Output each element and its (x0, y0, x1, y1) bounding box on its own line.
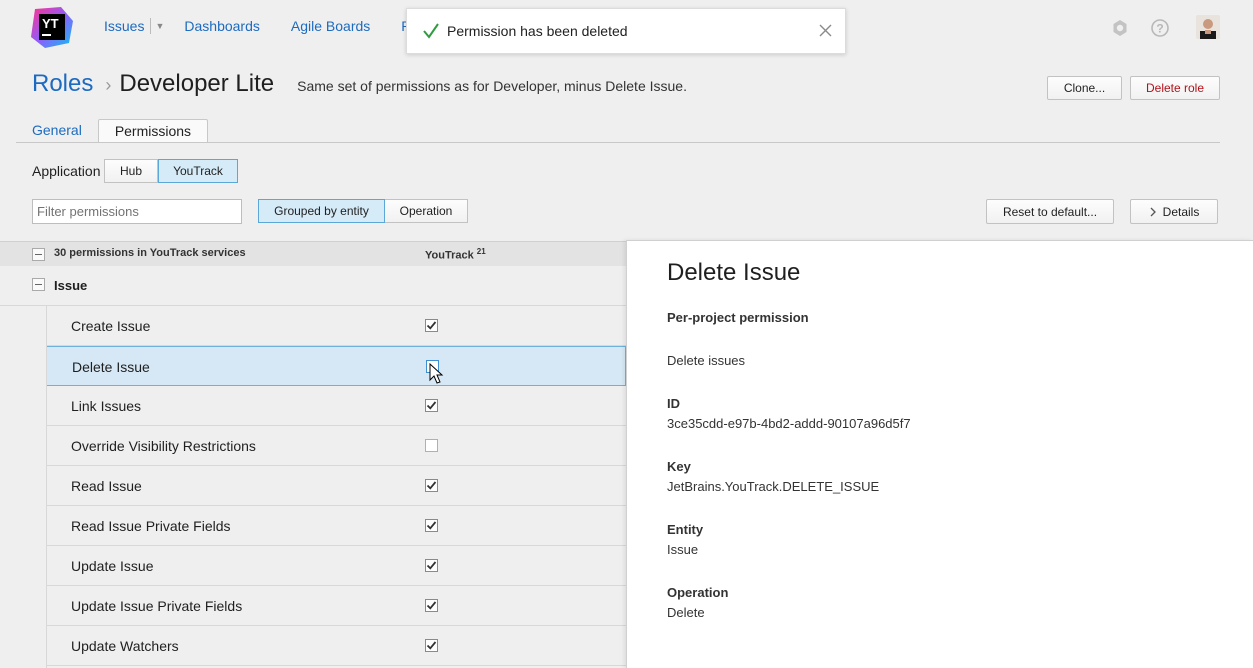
permission-checkbox[interactable] (425, 599, 438, 612)
chevron-down-icon[interactable]: ▼ (155, 21, 164, 31)
page-title: Developer Lite (119, 70, 275, 97)
role-description: Same set of permissions as for Developer… (297, 78, 687, 94)
permission-checkbox[interactable] (425, 479, 438, 492)
permission-label: Link Issues (71, 398, 142, 414)
reset-to-default-button[interactable]: Reset to default... (986, 199, 1114, 224)
nav-agile-boards[interactable]: Agile Boards (291, 18, 370, 34)
delete-role-button[interactable]: Delete role (1130, 76, 1220, 100)
details-id-label: ID (667, 396, 680, 411)
collapse-all-toggle[interactable] (32, 248, 45, 261)
table-row[interactable]: Read Issue (46, 466, 626, 506)
table-row[interactable]: Read Issue Private Fields (46, 506, 626, 546)
group-row-issue[interactable]: Issue (0, 266, 626, 306)
permission-checkbox[interactable] (425, 319, 438, 332)
gear-icon[interactable] (1110, 18, 1130, 38)
table-row[interactable]: Update Issue (46, 546, 626, 586)
details-entity-value: Issue (667, 542, 699, 557)
mouse-cursor-icon (429, 363, 444, 384)
details-description: Delete issues (667, 353, 746, 368)
collapse-group-toggle[interactable] (32, 278, 45, 291)
operation-button[interactable]: Operation (385, 199, 468, 223)
details-id-value: 3ce35cdd-e97b-4bd2-addd-90107a96d5f7 (667, 416, 911, 431)
details-button-label: Details (1162, 204, 1200, 219)
checkmark-icon (423, 23, 439, 39)
group-indent-line (46, 306, 47, 668)
breadcrumb-roles-link[interactable]: Roles (32, 70, 93, 98)
permission-label: Read Issue Private Fields (71, 518, 231, 534)
permission-label: Update Issue Private Fields (71, 598, 243, 614)
permission-label: Update Issue (71, 558, 154, 574)
table-row[interactable]: Create Issue (46, 306, 626, 346)
nav-issues[interactable]: Issues (104, 18, 144, 34)
top-nav: Issues ▼ Dashboards Agile Boards Re (104, 18, 419, 34)
tab-general[interactable]: General (16, 119, 98, 143)
permission-checkbox[interactable] (425, 439, 438, 452)
column-count: 21 (476, 247, 486, 256)
clone-button[interactable]: Clone... (1047, 76, 1122, 100)
details-entity-label: Entity (667, 522, 704, 537)
chevron-right-icon (1150, 207, 1156, 216)
nav-separator (150, 18, 152, 34)
details-title: Delete Issue (667, 259, 801, 286)
logo-text: YT (42, 16, 59, 31)
avatar[interactable] (1196, 15, 1220, 39)
svg-text:?: ? (1156, 22, 1163, 36)
details-operation-value: Delete (667, 605, 705, 620)
close-icon[interactable] (819, 24, 832, 37)
permission-label: Delete Issue (72, 359, 150, 375)
column-header-label: YouTrack (425, 249, 474, 262)
tab-divider (16, 142, 1220, 143)
tab-permissions[interactable]: Permissions (97, 119, 209, 143)
permission-label: Read Issue (71, 478, 142, 494)
grouped-by-entity-button[interactable]: Grouped by entity (258, 199, 385, 223)
nav-dashboards[interactable]: Dashboards (184, 18, 260, 34)
details-key-label: Key (667, 459, 691, 474)
application-youtrack-button[interactable]: YouTrack (158, 159, 238, 183)
breadcrumb: Roles › Developer Lite Same set of permi… (32, 70, 687, 98)
table-row[interactable]: Delete Issue (46, 346, 626, 386)
application-label: Application (32, 163, 101, 179)
permission-label: Override Visibility Restrictions (71, 438, 256, 454)
table-row[interactable]: Override Visibility Restrictions (46, 426, 626, 466)
application-switch: Hub YouTrack (104, 159, 238, 183)
grouping-switch: Grouped by entity Operation (258, 199, 468, 223)
filter-permissions-input[interactable] (32, 199, 242, 224)
help-icon[interactable]: ? (1150, 18, 1170, 38)
application-hub-button[interactable]: Hub (104, 159, 158, 183)
column-header-youtrack: YouTrack 21 (425, 247, 486, 262)
details-panel: Delete Issue Per-project permission Dele… (626, 240, 1253, 668)
details-operation-label: Operation (667, 585, 729, 600)
permission-checkbox[interactable] (425, 559, 438, 572)
group-label: Issue (54, 278, 88, 293)
tab-bar: General Permissions (16, 119, 209, 143)
details-button[interactable]: Details (1130, 199, 1218, 224)
youtrack-logo[interactable]: YT (31, 7, 73, 48)
permission-checkbox[interactable] (425, 639, 438, 652)
breadcrumb-separator: › (105, 75, 112, 95)
details-scope: Per-project permission (667, 310, 809, 325)
toast-message: Permission has been deleted (447, 23, 628, 39)
permissions-count-header: 30 permissions in YouTrack services (54, 247, 246, 259)
permission-checkbox[interactable] (425, 399, 438, 412)
details-key-value: JetBrains.YouTrack.DELETE_ISSUE (667, 479, 880, 494)
permission-label: Update Watchers (71, 638, 179, 654)
table-row[interactable]: Link Issues (46, 386, 626, 426)
permission-checkbox[interactable] (425, 519, 438, 532)
notification-toast: Permission has been deleted (406, 8, 846, 54)
table-row[interactable]: Update Issue Private Fields (46, 586, 626, 626)
table-header: 30 permissions in YouTrack services YouT… (0, 241, 626, 266)
table-row[interactable]: Update Watchers (46, 626, 626, 666)
permission-label: Create Issue (71, 318, 151, 334)
